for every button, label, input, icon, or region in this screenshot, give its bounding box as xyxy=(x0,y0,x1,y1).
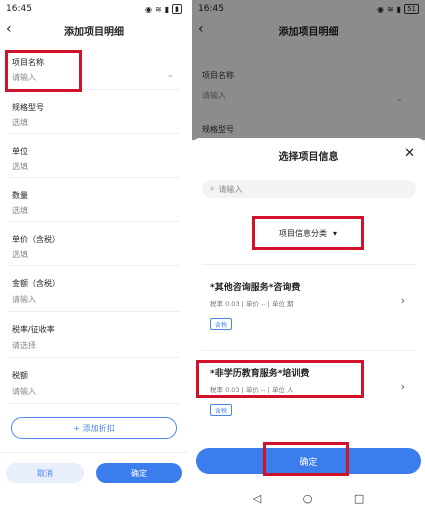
select-item-sheet: 选择项目信息 ✕ ⌕ 请输入 项目信息分类 ▾ *其他咨询服务*咨询费 税率 0… xyxy=(192,138,425,488)
spec-input[interactable]: 选填 xyxy=(12,117,28,128)
wifi-icon: ≋ xyxy=(155,4,162,14)
highlight-box xyxy=(263,442,349,476)
status-icons: ◉ ≋ ▮ ▮ xyxy=(145,4,182,14)
search-icon: ⌕ xyxy=(210,184,215,193)
unit-price-input[interactable]: 选填 xyxy=(12,249,28,260)
field-label: 金额（含税） xyxy=(12,279,60,288)
divider xyxy=(8,133,180,134)
field-amount[interactable]: 金额（含税） 请输入 xyxy=(0,272,188,312)
highlight-box xyxy=(196,360,364,398)
system-nav-bar: ◁ ○ □ xyxy=(192,484,425,512)
divider xyxy=(202,264,416,265)
field-label: 规格型号 xyxy=(12,103,44,112)
field-unit[interactable]: 单位 选填 xyxy=(0,140,188,178)
field-spec[interactable]: 规格型号 选填 xyxy=(0,96,188,134)
highlight-box xyxy=(5,50,82,92)
status-time: 16:45 xyxy=(6,4,32,14)
quantity-input[interactable]: 选填 xyxy=(12,205,28,216)
tax-tag: 含税 xyxy=(210,404,232,416)
recents-square-icon[interactable]: □ xyxy=(354,492,364,505)
chevron-right-icon[interactable]: › xyxy=(401,294,405,307)
back-arrow-icon[interactable]: ‹ xyxy=(6,21,12,37)
unit-input[interactable]: 选填 xyxy=(12,161,28,172)
eye-icon: ◉ xyxy=(145,4,153,14)
item-title: *其他咨询服务*咨询费 xyxy=(210,283,301,293)
home-circle-icon[interactable]: ○ xyxy=(303,492,313,505)
amount-input[interactable]: 请输入 xyxy=(12,294,36,305)
tax-amount-input[interactable]: 请输入 xyxy=(12,386,36,397)
back-triangle-icon[interactable]: ◁ xyxy=(253,492,261,505)
divider xyxy=(8,177,180,178)
field-label: 单价（含税） xyxy=(12,235,60,244)
field-tax-amount[interactable]: 税额 请输入 xyxy=(0,364,188,404)
cancel-button[interactable]: 取消 xyxy=(6,463,84,483)
divider xyxy=(8,265,180,266)
tax-rate-select[interactable]: 请选择 xyxy=(12,340,36,351)
list-item[interactable]: *其他咨询服务*咨询费 税率 0.03 | 单价 -- | 单位 期 含税 › xyxy=(192,268,425,346)
item-meta: 税率 0.03 | 单价 -- | 单位 期 xyxy=(210,300,294,308)
search-input[interactable]: ⌕ 请输入 xyxy=(202,180,416,198)
field-quantity[interactable]: 数量 选填 xyxy=(0,184,188,222)
chevron-right-icon[interactable]: › xyxy=(401,380,405,393)
divider xyxy=(8,221,180,222)
right-screen: 16:45 ◉ ≋ ▮ 51 ‹ 添加项目明细 项目名称 请输入 ⌄ 规格型号 … xyxy=(192,0,425,512)
field-label: 税率/征收率 xyxy=(12,325,55,334)
battery-icon: ▮ xyxy=(172,4,182,14)
tax-tag: 含税 xyxy=(210,318,232,330)
sheet-title: 选择项目信息 xyxy=(278,152,339,163)
add-discount-button[interactable]: + 添加折扣 xyxy=(11,417,177,439)
field-label: 数量 xyxy=(12,191,28,200)
field-label: 税额 xyxy=(12,371,28,380)
field-unit-price[interactable]: 单价（含税） 选填 xyxy=(0,228,188,266)
modal-overlay[interactable] xyxy=(192,0,425,140)
field-tax-rate[interactable]: 税率/征收率 请选择 xyxy=(0,318,188,358)
divider xyxy=(8,357,180,358)
divider xyxy=(8,311,180,312)
bottom-bar: 取消 确定 xyxy=(0,452,188,492)
divider xyxy=(202,350,416,351)
page-title: 添加项目明细 xyxy=(64,26,124,38)
divider xyxy=(8,403,180,404)
signal-icon: ▮ xyxy=(164,4,170,14)
confirm-button[interactable]: 确定 xyxy=(96,463,182,483)
field-label: 单位 xyxy=(12,147,28,156)
chevron-down-icon[interactable]: ⌄ xyxy=(166,70,174,80)
status-bar: 16:45 ◉ ≋ ▮ ▮ xyxy=(0,0,188,18)
left-screen: 16:45 ◉ ≋ ▮ ▮ ‹ 添加项目明细 项目名称 请输入 ⌄ 规格型号 选… xyxy=(0,0,188,512)
search-placeholder: 请输入 xyxy=(218,184,243,194)
close-icon[interactable]: ✕ xyxy=(404,146,415,161)
nav-bar: ‹ 添加项目明细 xyxy=(0,18,188,42)
highlight-box xyxy=(252,216,364,250)
